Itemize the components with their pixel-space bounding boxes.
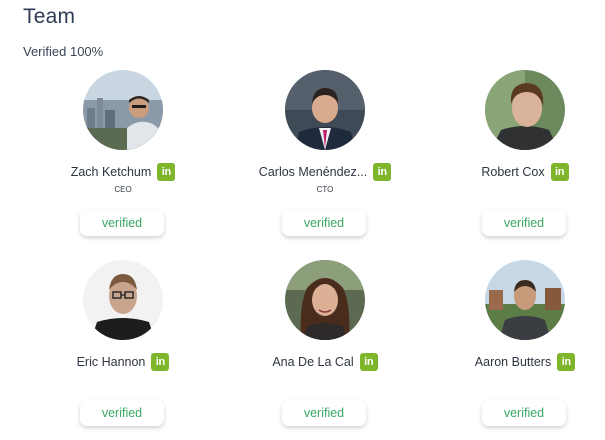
avatar [485,70,565,150]
verified-button[interactable]: verified [282,210,366,236]
avatar [485,260,565,340]
linkedin-icon[interactable]: in [151,353,170,371]
team-member-card: Ana De La Cal in verified [245,260,405,440]
team-member-card: Zach Ketchum in CEO verified [43,70,203,250]
linkedin-icon[interactable]: in [373,163,392,181]
team-member-card: Robert Cox in verified [445,70,605,250]
linkedin-icon[interactable]: in [157,163,176,181]
avatar [285,70,365,150]
avatar [83,70,163,150]
team-title: Team [23,5,76,28]
member-role: CEO [114,185,132,194]
verified-button[interactable]: verified [80,210,164,236]
verified-button[interactable]: verified [282,400,366,426]
verified-button[interactable]: verified [80,400,164,426]
member-name: Robert Cox [481,165,545,179]
linkedin-icon[interactable]: in [550,163,569,181]
avatar [285,260,365,340]
member-name: Zach Ketchum [70,165,152,179]
member-name: Aaron Butters [474,355,552,369]
team-member-card: Carlos Menéndez... in CTO verified [245,70,405,250]
member-role: CTO [316,185,334,194]
verified-button[interactable]: verified [482,400,566,426]
linkedin-icon[interactable]: in [557,353,576,371]
member-name: Carlos Menéndez... [258,165,368,179]
verified-button[interactable]: verified [482,210,566,236]
member-name: Eric Hannon [76,355,146,369]
member-name: Ana De La Cal [272,355,354,369]
linkedin-icon[interactable]: in [359,353,378,371]
avatar [83,260,163,340]
verified-percentage: Verified 100% [23,44,104,59]
team-member-card: Aaron Butters in verified [445,260,605,440]
team-member-card: Eric Hannon in verified [43,260,203,440]
